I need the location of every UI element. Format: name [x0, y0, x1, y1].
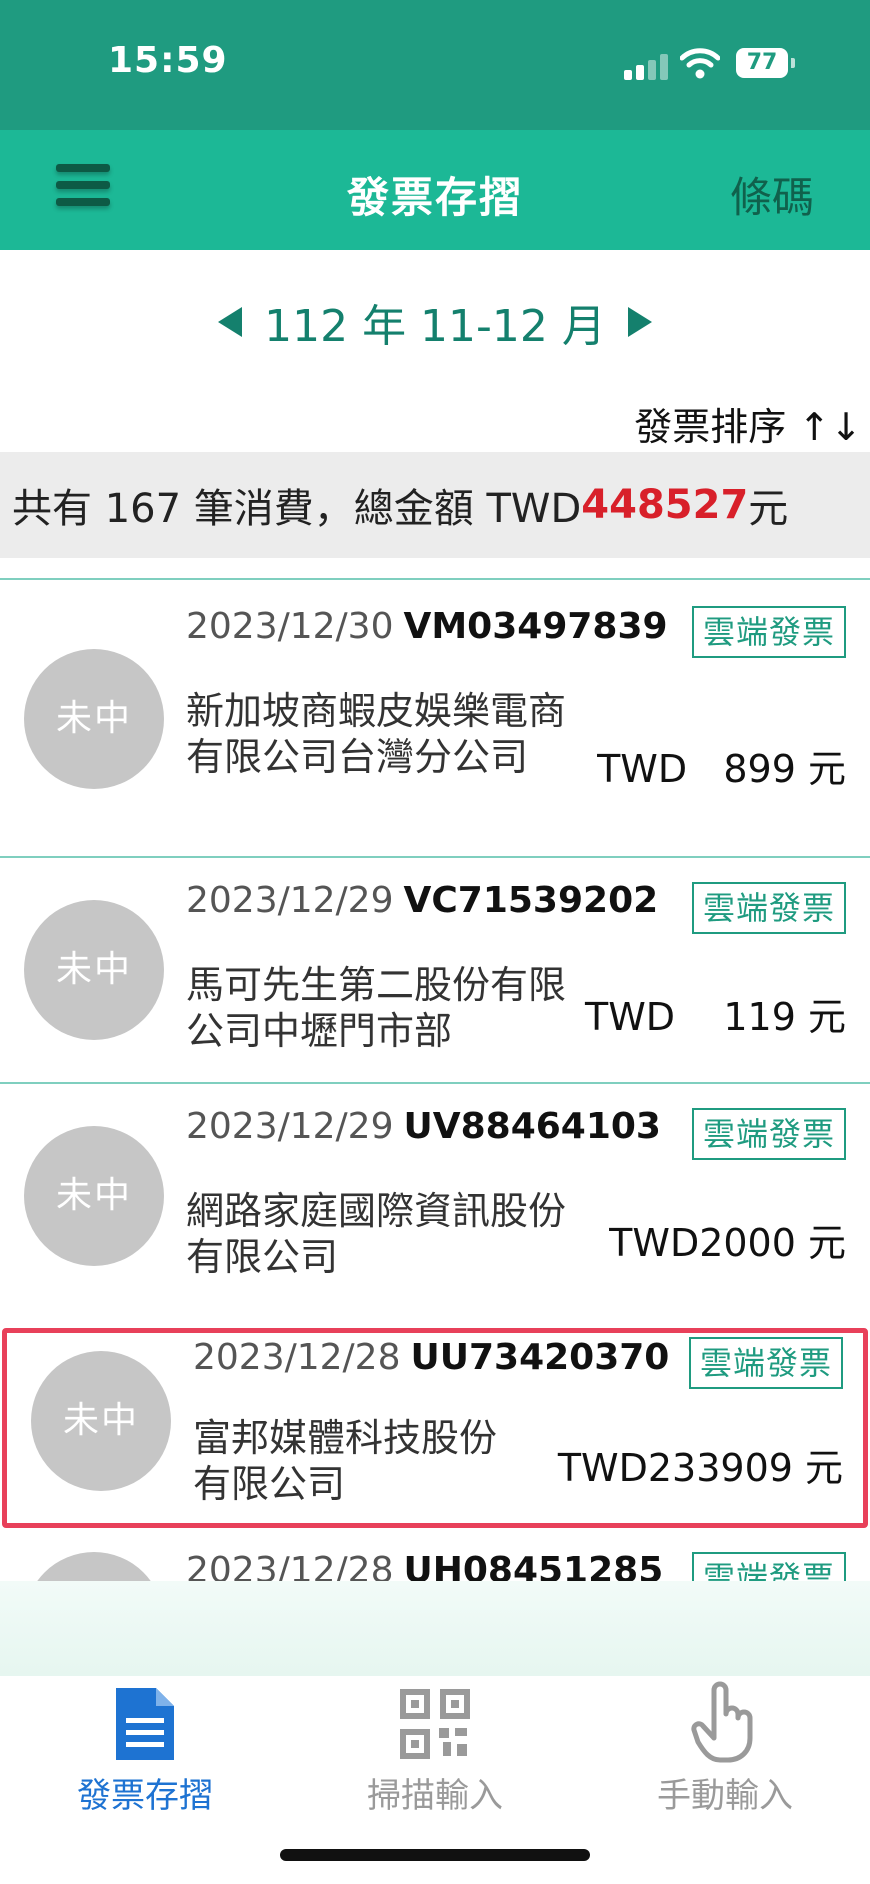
- status-time: 15:59: [108, 40, 228, 81]
- period-selector: 112 年 11-12 月: [0, 290, 870, 352]
- cloud-invoice-tag: 雲端發票: [692, 606, 846, 658]
- invoice-date: 2023/12/29: [186, 1106, 394, 1147]
- invoice-date: 2023/12/28: [193, 1337, 401, 1378]
- invoice-date: 2023/12/30: [186, 606, 394, 647]
- sort-button[interactable]: 發票排序 ↑↓: [634, 396, 862, 451]
- document-icon: [116, 1688, 174, 1760]
- lottery-status-badge: 未中: [24, 900, 164, 1040]
- invoice-number: UU73420370: [410, 1337, 670, 1378]
- cloud-invoice-tag: 雲端發票: [689, 1337, 843, 1389]
- tab-label: 手動輸入: [657, 1776, 793, 1816]
- cloud-invoice-tag: 雲端發票: [692, 882, 846, 934]
- nav-bar: 發票存摺 條碼: [0, 130, 870, 250]
- list-bottom-fade: [0, 1581, 870, 1676]
- home-indicator: [280, 1849, 590, 1861]
- battery-icon: 77: [736, 48, 788, 78]
- invoice-date-line: 2023/12/29 UV88464103: [186, 1106, 661, 1147]
- next-period-icon[interactable]: [627, 307, 652, 337]
- invoice-number: UV88464103: [403, 1106, 661, 1147]
- lottery-status-badge: 未中: [24, 649, 164, 789]
- tab-manual-input[interactable]: 手動輸入: [580, 1676, 870, 1816]
- invoice-date: 2023/12/28: [186, 1550, 394, 1581]
- invoice-amount: TWD 899 元: [597, 747, 846, 791]
- tab-label: 掃描輸入: [367, 1776, 503, 1816]
- barcode-button[interactable]: 條碼: [730, 164, 814, 225]
- invoice-date: 2023/12/29: [186, 880, 394, 921]
- invoice-number: VM03497839: [403, 606, 668, 647]
- invoice-list: 未中 2023/12/30 VM03497839 雲端發票 新加坡商蝦皮娛樂電商有…: [0, 578, 870, 1581]
- merchant-name: 新加坡商蝦皮娛樂電商有限公司台灣分公司: [186, 689, 567, 779]
- merchant-name: 馬可先生第二股份有限公司中壢門市部: [186, 963, 567, 1053]
- invoice-row[interactable]: 未中 2023/12/30 VM03497839 雲端發票 新加坡商蝦皮娛樂電商有…: [0, 578, 870, 856]
- lottery-status-badge: 未中: [31, 1351, 171, 1491]
- invoice-amount: TWD 119 元: [585, 995, 846, 1039]
- battery-tip: [791, 58, 795, 68]
- invoice-number: UH08451285: [403, 1550, 664, 1581]
- invoice-amount: TWD2000 元: [609, 1221, 846, 1265]
- invoice-row[interactable]: 未中 2023/12/29 VC71539202 雲端發票 馬可先生第二股份有限公…: [0, 856, 870, 1082]
- invoice-date-line: 2023/12/30 VM03497839: [186, 606, 668, 647]
- invoice-date-line: 2023/12/29 VC71539202: [186, 880, 658, 921]
- wifi-icon: [680, 48, 720, 79]
- cloud-invoice-tag: 雲端發票: [692, 1552, 846, 1581]
- invoice-date-line: 2023/12/28 UU73420370: [193, 1337, 669, 1378]
- tab-invoice-wallet[interactable]: 發票存摺: [0, 1676, 290, 1816]
- invoice-date-line: 2023/12/28 UH08451285: [186, 1550, 663, 1581]
- tab-label: 發票存摺: [77, 1776, 213, 1816]
- merchant-name: 網路家庭國際資訊股份有限公司: [186, 1189, 567, 1279]
- invoice-row[interactable]: 未中 2023/12/29 UV88464103 雲端發票 網路家庭國際資訊股份有…: [0, 1082, 870, 1308]
- status-bar: 15:59 77: [0, 0, 870, 130]
- lottery-status-badge: 未中: [24, 1126, 164, 1266]
- lottery-status-badge: [24, 1552, 164, 1581]
- cloud-invoice-tag: 雲端發票: [692, 1108, 846, 1160]
- summary-prefix: 共有 167 筆消費，總金額 TWD: [12, 486, 582, 532]
- hand-pointer-icon: [691, 1681, 753, 1763]
- summary-suffix: 元: [748, 486, 789, 532]
- invoice-amount: TWD233909 元: [557, 1446, 843, 1490]
- qr-code-icon: [400, 1689, 470, 1759]
- battery-level: 77: [746, 50, 778, 75]
- merchant-name: 富邦媒體科技股份有限公司: [193, 1416, 498, 1506]
- previous-period-icon[interactable]: [218, 307, 243, 337]
- summary-bar: 共有 167 筆消費，總金額 TWD 448527 元: [0, 452, 870, 558]
- invoice-number: VC71539202: [403, 880, 659, 921]
- invoice-row[interactable]: 2023/12/28 UH08451285 雲端發票: [0, 1536, 870, 1581]
- invoice-row-highlighted[interactable]: 未中 2023/12/28 UU73420370 雲端發票 富邦媒體科技股份有限公…: [2, 1328, 868, 1528]
- invoice-wallet-screen: 15:59 77 發票存摺 條碼 112 年 11-12 月 發票排序 ↑↓ 共…: [0, 0, 870, 1884]
- period-label: 112 年 11-12 月: [264, 301, 606, 352]
- total-amount: 448527: [581, 482, 749, 528]
- cellular-signal-icon: [624, 54, 668, 80]
- tab-scan-input[interactable]: 掃描輸入: [290, 1676, 580, 1816]
